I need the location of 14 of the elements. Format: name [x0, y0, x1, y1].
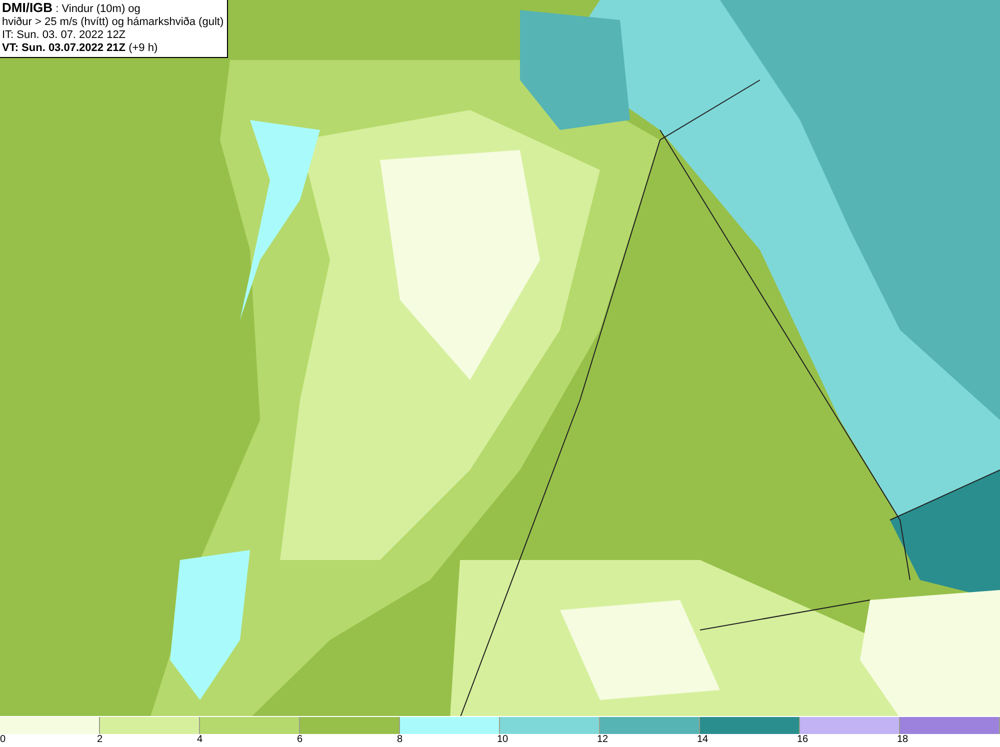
legend-label: 8	[397, 734, 403, 746]
issue-time: IT: Sun. 03. 07. 2022 12Z	[2, 29, 127, 42]
legend-label: 18	[897, 734, 908, 746]
legend-label: 0	[0, 734, 6, 746]
legend-label: 10	[497, 734, 508, 746]
legend-label: 12	[597, 734, 608, 746]
legend-label: 16	[797, 734, 808, 746]
map-subtitle: hviður > 25 m/s (hvítt) og hámarkshviða (gult)	[2, 16, 224, 29]
legend-label: 14	[697, 734, 708, 746]
legend-label: 4	[197, 734, 203, 746]
legend-label: 6	[297, 734, 303, 746]
legend-label: 2	[97, 734, 103, 746]
valid-time: VT: Sun. 03.07.2022 21Z (+9 h)	[2, 42, 159, 55]
map-title: DMI/IGB : Vindur (10m) og	[2, 1, 142, 16]
